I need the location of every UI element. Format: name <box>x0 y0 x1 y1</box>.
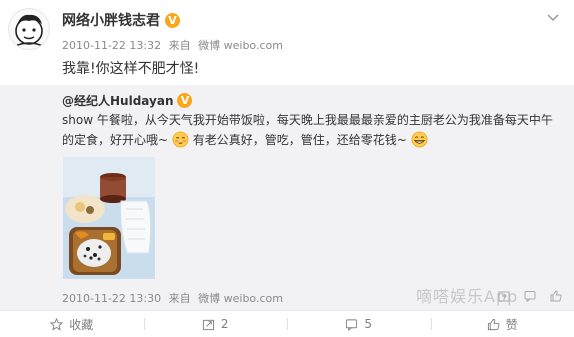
post-text: 我靠!你这样不肥才怪! <box>62 61 200 77</box>
repost-text: show 午餐啦，从今天气我开始带饭啦，每天晚上我最最最亲爱的主厨老公为我准备每… <box>62 110 562 150</box>
comment-button[interactable]: 5 <box>287 311 431 337</box>
post-source[interactable]: 微博 weibo.com <box>198 39 283 52</box>
avatar-sketch-icon <box>12 14 46 48</box>
verified-badge-icon: V <box>177 93 193 108</box>
verified-badge-icon: V <box>165 12 180 28</box>
post-meta: 2010-11-22 13:32 来自 微博 weibo.com <box>62 37 287 53</box>
like-label: 赞 <box>505 317 518 332</box>
blush-emoji-icon <box>172 131 189 148</box>
post-author[interactable]: 网络小胖钱志君 V <box>62 10 180 30</box>
comment-icon[interactable] <box>524 290 536 302</box>
repost-actions <box>498 290 562 302</box>
repost-source[interactable]: 微博 weibo.com <box>198 292 283 305</box>
repost-time[interactable]: 2010-11-22 13:30 <box>62 292 161 305</box>
repost-icon[interactable] <box>498 290 510 302</box>
favorite-label: 收藏 <box>69 317 94 332</box>
thumbs-up-icon <box>487 318 500 330</box>
weibo-post-card: 网络小胖钱志君 V 2010-11-22 13:32 来自 微博 weibo.c… <box>0 0 574 337</box>
comment-count: 5 <box>364 317 373 331</box>
avatar[interactable] <box>8 8 50 50</box>
post-author-name[interactable]: 网络小胖钱志君 <box>62 10 160 30</box>
chevron-down-icon[interactable] <box>546 10 560 24</box>
thumbs-up-icon[interactable] <box>550 290 562 302</box>
favorite-button[interactable]: 收藏 <box>0 311 144 337</box>
action-bar: 收藏 2 5 赞 <box>0 311 574 337</box>
repost-text-part2: 有老公真好，管吃，管住，还给零花钱~ <box>192 133 407 147</box>
grin-emoji-icon <box>411 131 428 148</box>
repost-source-prefix: 来自 <box>168 292 191 305</box>
repost-button[interactable]: 2 <box>143 311 288 337</box>
repost-icon <box>202 319 214 330</box>
repost-meta: 2010-11-22 13:30 来自 微博 weibo.com <box>62 290 287 306</box>
repost-author[interactable]: @经纪人Huldayan V <box>62 92 193 109</box>
lunch-photo[interactable] <box>63 157 155 279</box>
repost-count: 2 <box>220 317 229 331</box>
post-time[interactable]: 2010-11-22 13:32 <box>62 39 161 52</box>
post-source-prefix: 来自 <box>168 39 191 52</box>
repost-author-name[interactable]: @经纪人Huldayan <box>62 92 173 109</box>
star-icon <box>50 317 64 331</box>
repost-block: @经纪人Huldayan V show 午餐啦，从今天气我开始带饭啦，每天晚上我… <box>0 85 574 310</box>
comment-icon <box>346 318 358 331</box>
like-button[interactable]: 赞 <box>430 311 574 337</box>
